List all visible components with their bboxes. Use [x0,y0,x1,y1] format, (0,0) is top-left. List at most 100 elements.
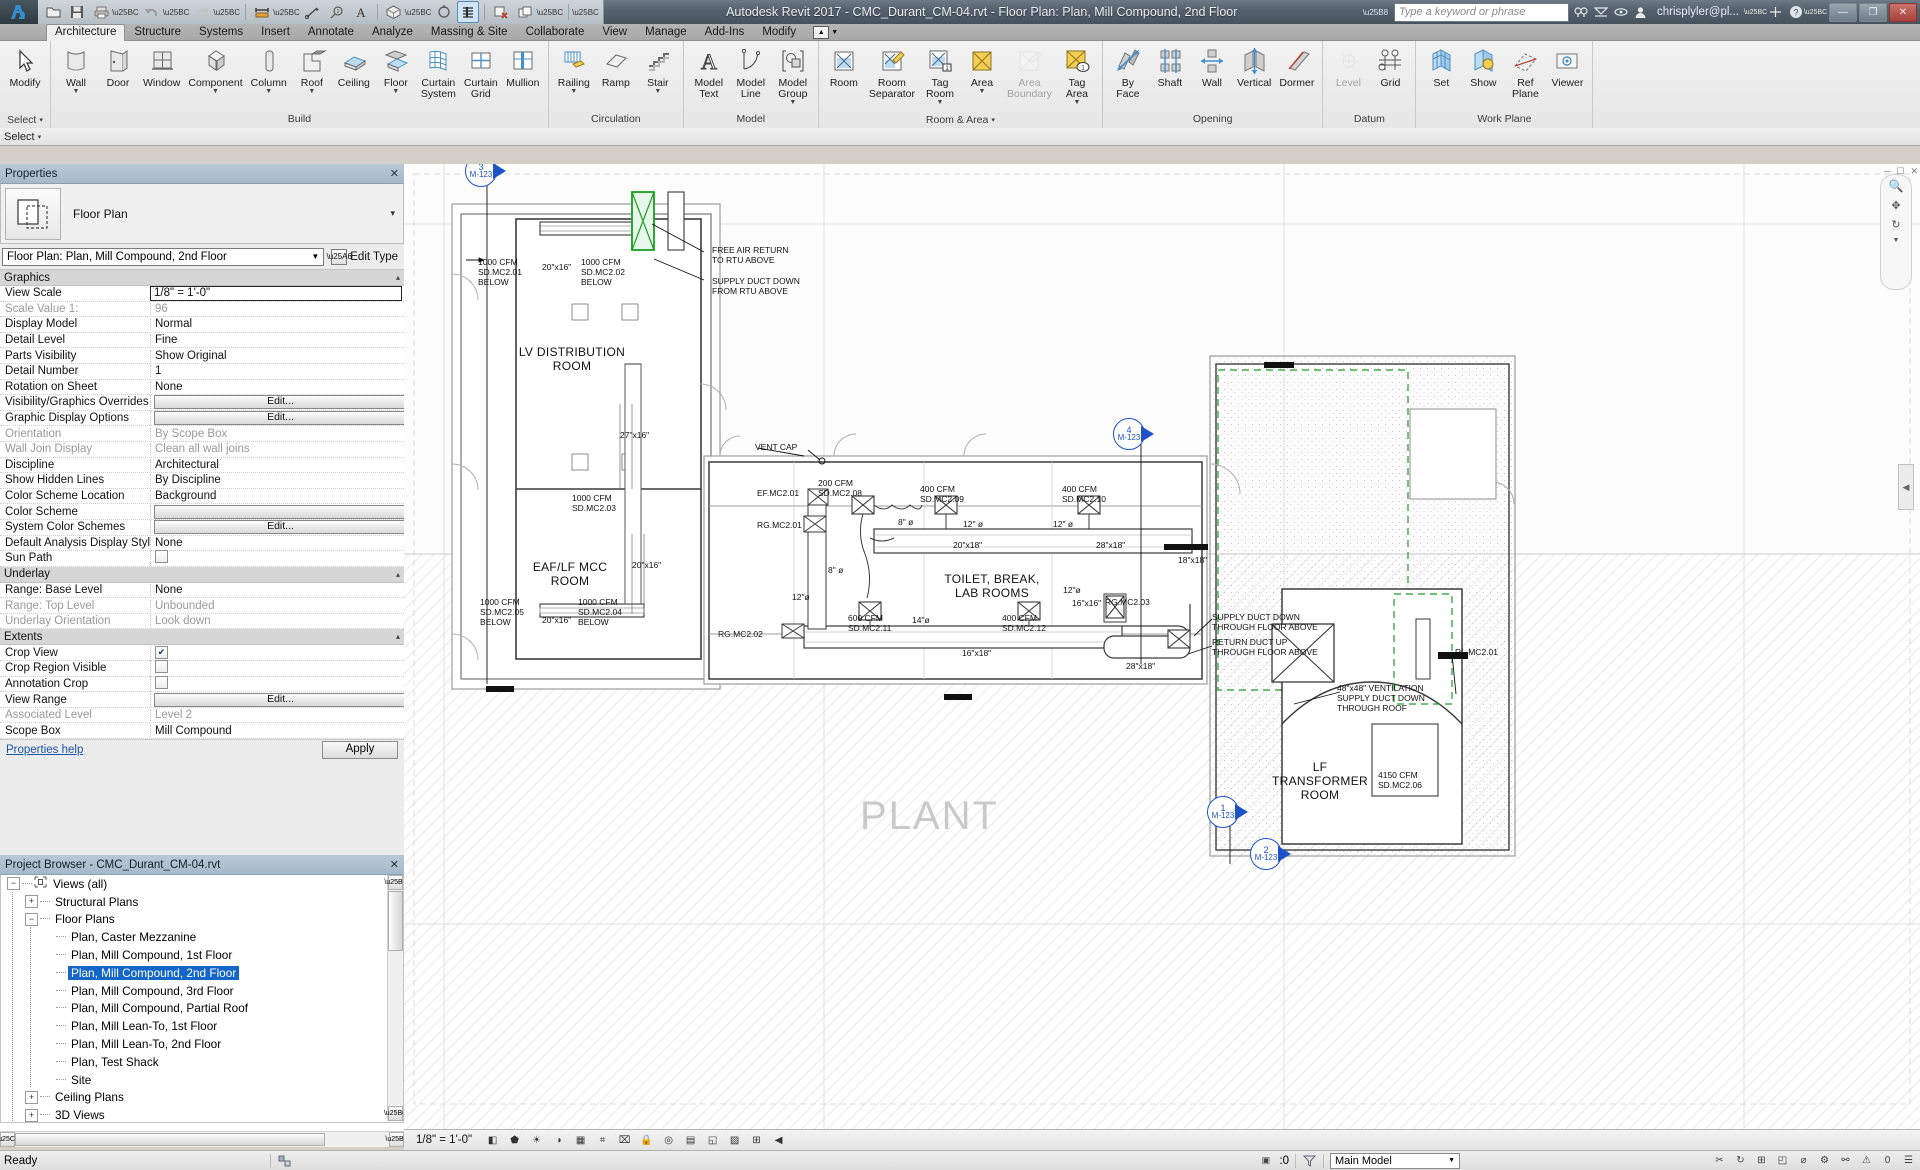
browser-node-plan-mill-lean-to-2nd-floor[interactable]: Plan, Mill Lean-To, 2nd Floor [1,1035,403,1053]
close-icon[interactable]: ✕ [390,167,399,180]
ribbon-tab-insert[interactable]: Insert [252,25,299,40]
column-button[interactable]: Column ▼ [247,43,291,95]
edit-type-button[interactable]: \u25A6 Edit Type [327,248,402,266]
property-checkbox[interactable] [155,550,168,564]
property-checkbox[interactable] [155,660,168,674]
project-browser-tree[interactable]: \u25B2 \u25BC − Views (all) + Structural Pl… [0,875,404,1123]
user-avatar-icon[interactable] [1633,5,1648,20]
model-line-button[interactable]: Model Line [730,43,772,100]
sun-path-icon[interactable]: ☀ [529,1133,544,1148]
property-value[interactable]: 1 [150,365,404,378]
save-icon[interactable] [66,1,88,23]
chevron-down-icon[interactable]: ▼ [1073,99,1080,106]
chevron-down-icon[interactable]: ▼ [311,252,319,261]
analytical-model-icon[interactable]: ▨ [727,1133,742,1148]
view-restore-icon[interactable]: ☐ [1896,166,1904,177]
scroll-left-icon[interactable]: ◀ [771,1133,786,1148]
model-group-button[interactable]: Model Group ▼ [772,43,814,106]
filter-icon[interactable] [1302,1153,1317,1168]
property-value[interactable]: None [150,583,404,596]
show-crop-region-icon[interactable]: ⌧ [617,1133,632,1148]
tag-area-button[interactable]: 1 Tag Area ▼ [1056,43,1098,106]
press-drag-icon[interactable]: ▣ [1258,1153,1273,1168]
switch-windows-icon[interactable] [514,1,536,23]
chevron-down-icon[interactable]: ▼ [831,29,838,36]
infocenter-expand-icon[interactable]: \u25B8 [1360,8,1391,17]
select-links-icon[interactable]: ⚯ [1838,1153,1853,1168]
viewer-button[interactable]: Viewer [1546,43,1588,89]
editable-only-icon[interactable]: ✂ [1712,1153,1727,1168]
pan-icon[interactable]: ✥ [1891,199,1900,212]
floor-button[interactable]: Floor ▼ [375,43,417,95]
railing-button[interactable]: Railing ▼ [553,43,595,95]
expander-icon[interactable]: + [25,1090,38,1104]
ribbon-tab-analyze[interactable]: Analyze [363,25,422,40]
property-value[interactable]: Mill Compound [150,724,404,737]
worksets-status-icon[interactable] [277,1153,292,1168]
chevron-down-icon[interactable]: ▾ [991,114,995,127]
collapse-icon[interactable]: ▴ [396,273,400,282]
restore-button[interactable]: ❐ [1859,2,1887,22]
chevron-down-icon[interactable]: ▼ [212,88,219,95]
scrollbar-thumb[interactable] [388,891,403,951]
close-button[interactable]: ✕ [1889,2,1917,22]
stair-button[interactable]: Stair ▼ [637,43,679,95]
xstream-icon[interactable] [1768,5,1783,20]
undo-icon[interactable] [141,1,163,23]
collapse-icon[interactable]: ▴ [396,570,400,579]
browser-node-plan-test-shack[interactable]: Plan, Test Shack [1,1053,403,1071]
close-hidden-windows-icon[interactable] [490,1,512,23]
grid-button[interactable]: Grid [1369,43,1411,89]
ribbon-minimize-control[interactable]: ▲ ▼ [813,26,838,40]
navigation-dropdown-icon[interactable]: ▼ [1893,237,1900,244]
property-value[interactable]: Show Original [150,349,404,362]
help-dropdown-icon[interactable]: \u25BC [1804,5,1827,20]
expander-icon[interactable]: − [7,877,20,891]
model-text-button[interactable]: A Model Text [688,43,730,100]
thin-lines-icon[interactable] [457,1,480,23]
apply-button[interactable]: Apply [322,740,398,759]
browser-node-plan-mill-compound-3rd-floor[interactable]: Plan, Mill Compound, 3rd Floor [1,982,403,1000]
user-dropdown-icon[interactable]: \u25BC [1744,5,1767,20]
minimize-button[interactable]: — [1829,2,1857,22]
project-browser-vertical-scrollbar[interactable]: \u25B2 \u25BC [384,875,403,1121]
revit-logo-icon[interactable] [0,0,38,24]
property-checkbox[interactable] [155,675,168,689]
temporary-view-properties-icon[interactable]: ◱ [705,1133,720,1148]
window-button[interactable]: Window [139,43,184,89]
browser-node-plan-caster-mezzanine[interactable]: Plan, Caster Mezzanine [1,928,403,946]
subscription-icon[interactable] [1593,5,1608,20]
scroll-up-icon[interactable]: \u25B2 [384,875,403,890]
lock-3d-view-icon[interactable]: 🔒 [639,1133,654,1148]
ribbon-tab-view[interactable]: View [593,25,636,40]
customize-qat-icon[interactable]: \u25BC [572,8,599,17]
aligned-dimension-icon[interactable] [302,1,324,23]
warnings-icon[interactable]: ⚠ [1859,1153,1874,1168]
chevron-down-icon[interactable]: ▼ [570,88,577,95]
property-edit-button[interactable]: Edit... [154,520,404,535]
undo-dropdown-icon[interactable]: \u25BC [163,8,190,17]
ribbon-tab-architecture[interactable]: Architecture [46,24,126,41]
print-dropdown-icon[interactable]: \u25BC [112,8,139,17]
property-value[interactable]: Edit... [150,395,404,410]
collapse-icon[interactable]: ▴ [396,632,400,641]
expander-icon[interactable]: + [25,895,38,909]
shadows-icon[interactable]: ◑ [551,1133,566,1148]
component-button[interactable]: Component ▼ [184,43,246,95]
property-value[interactable]: Edit... [150,520,404,535]
property-value[interactable]: Architectural [150,458,404,471]
chevron-down-icon[interactable]: ▾ [39,114,43,127]
property-value[interactable] [150,675,404,692]
drag-handle-icon[interactable]: ☰ [1901,1153,1916,1168]
roof-button[interactable]: Roof ▼ [291,43,333,95]
section-icon[interactable] [433,1,455,23]
chevron-down-icon[interactable]: ▾ [390,208,399,219]
reveal-hidden-elements-icon[interactable]: ▤ [683,1133,698,1148]
ribbon-tab-massing-site[interactable]: Massing & Site [422,25,517,40]
property-edit-button[interactable]: Edit... [154,395,404,410]
set-button[interactable]: Set [1420,43,1462,89]
property-value[interactable]: Fine [150,334,404,347]
switch-windows-dropdown-icon[interactable]: \u25BC [536,8,563,17]
print-icon[interactable] [90,1,112,23]
property-value[interactable]: Edit... [150,411,404,426]
